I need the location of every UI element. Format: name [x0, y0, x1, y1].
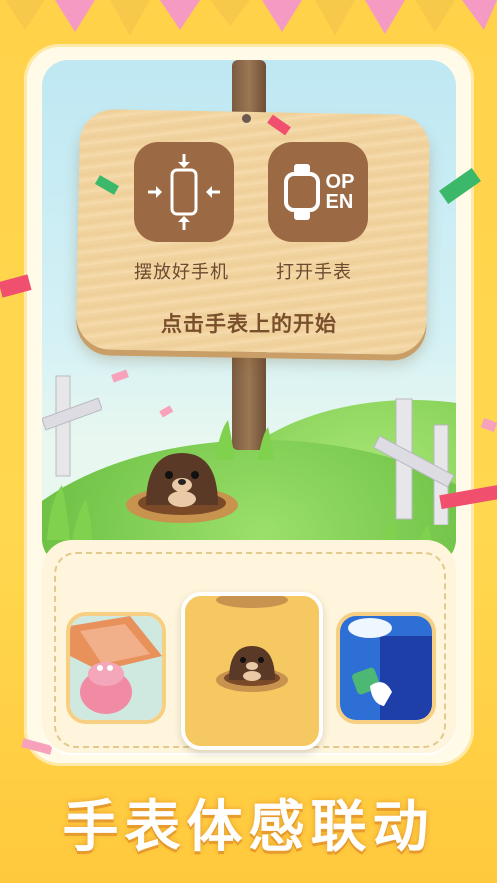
carousel-item-piggy-game[interactable] [66, 612, 166, 724]
banner-title: 手表体感联动 [62, 795, 435, 858]
window-cleaning-icon [340, 616, 432, 720]
carousel-item-whack-a-mole[interactable] [181, 592, 323, 750]
mole-thumbnail-icon [216, 596, 288, 692]
piggy-bank-icon [70, 616, 162, 720]
carousel-item-window-cleaning[interactable] [336, 612, 436, 724]
